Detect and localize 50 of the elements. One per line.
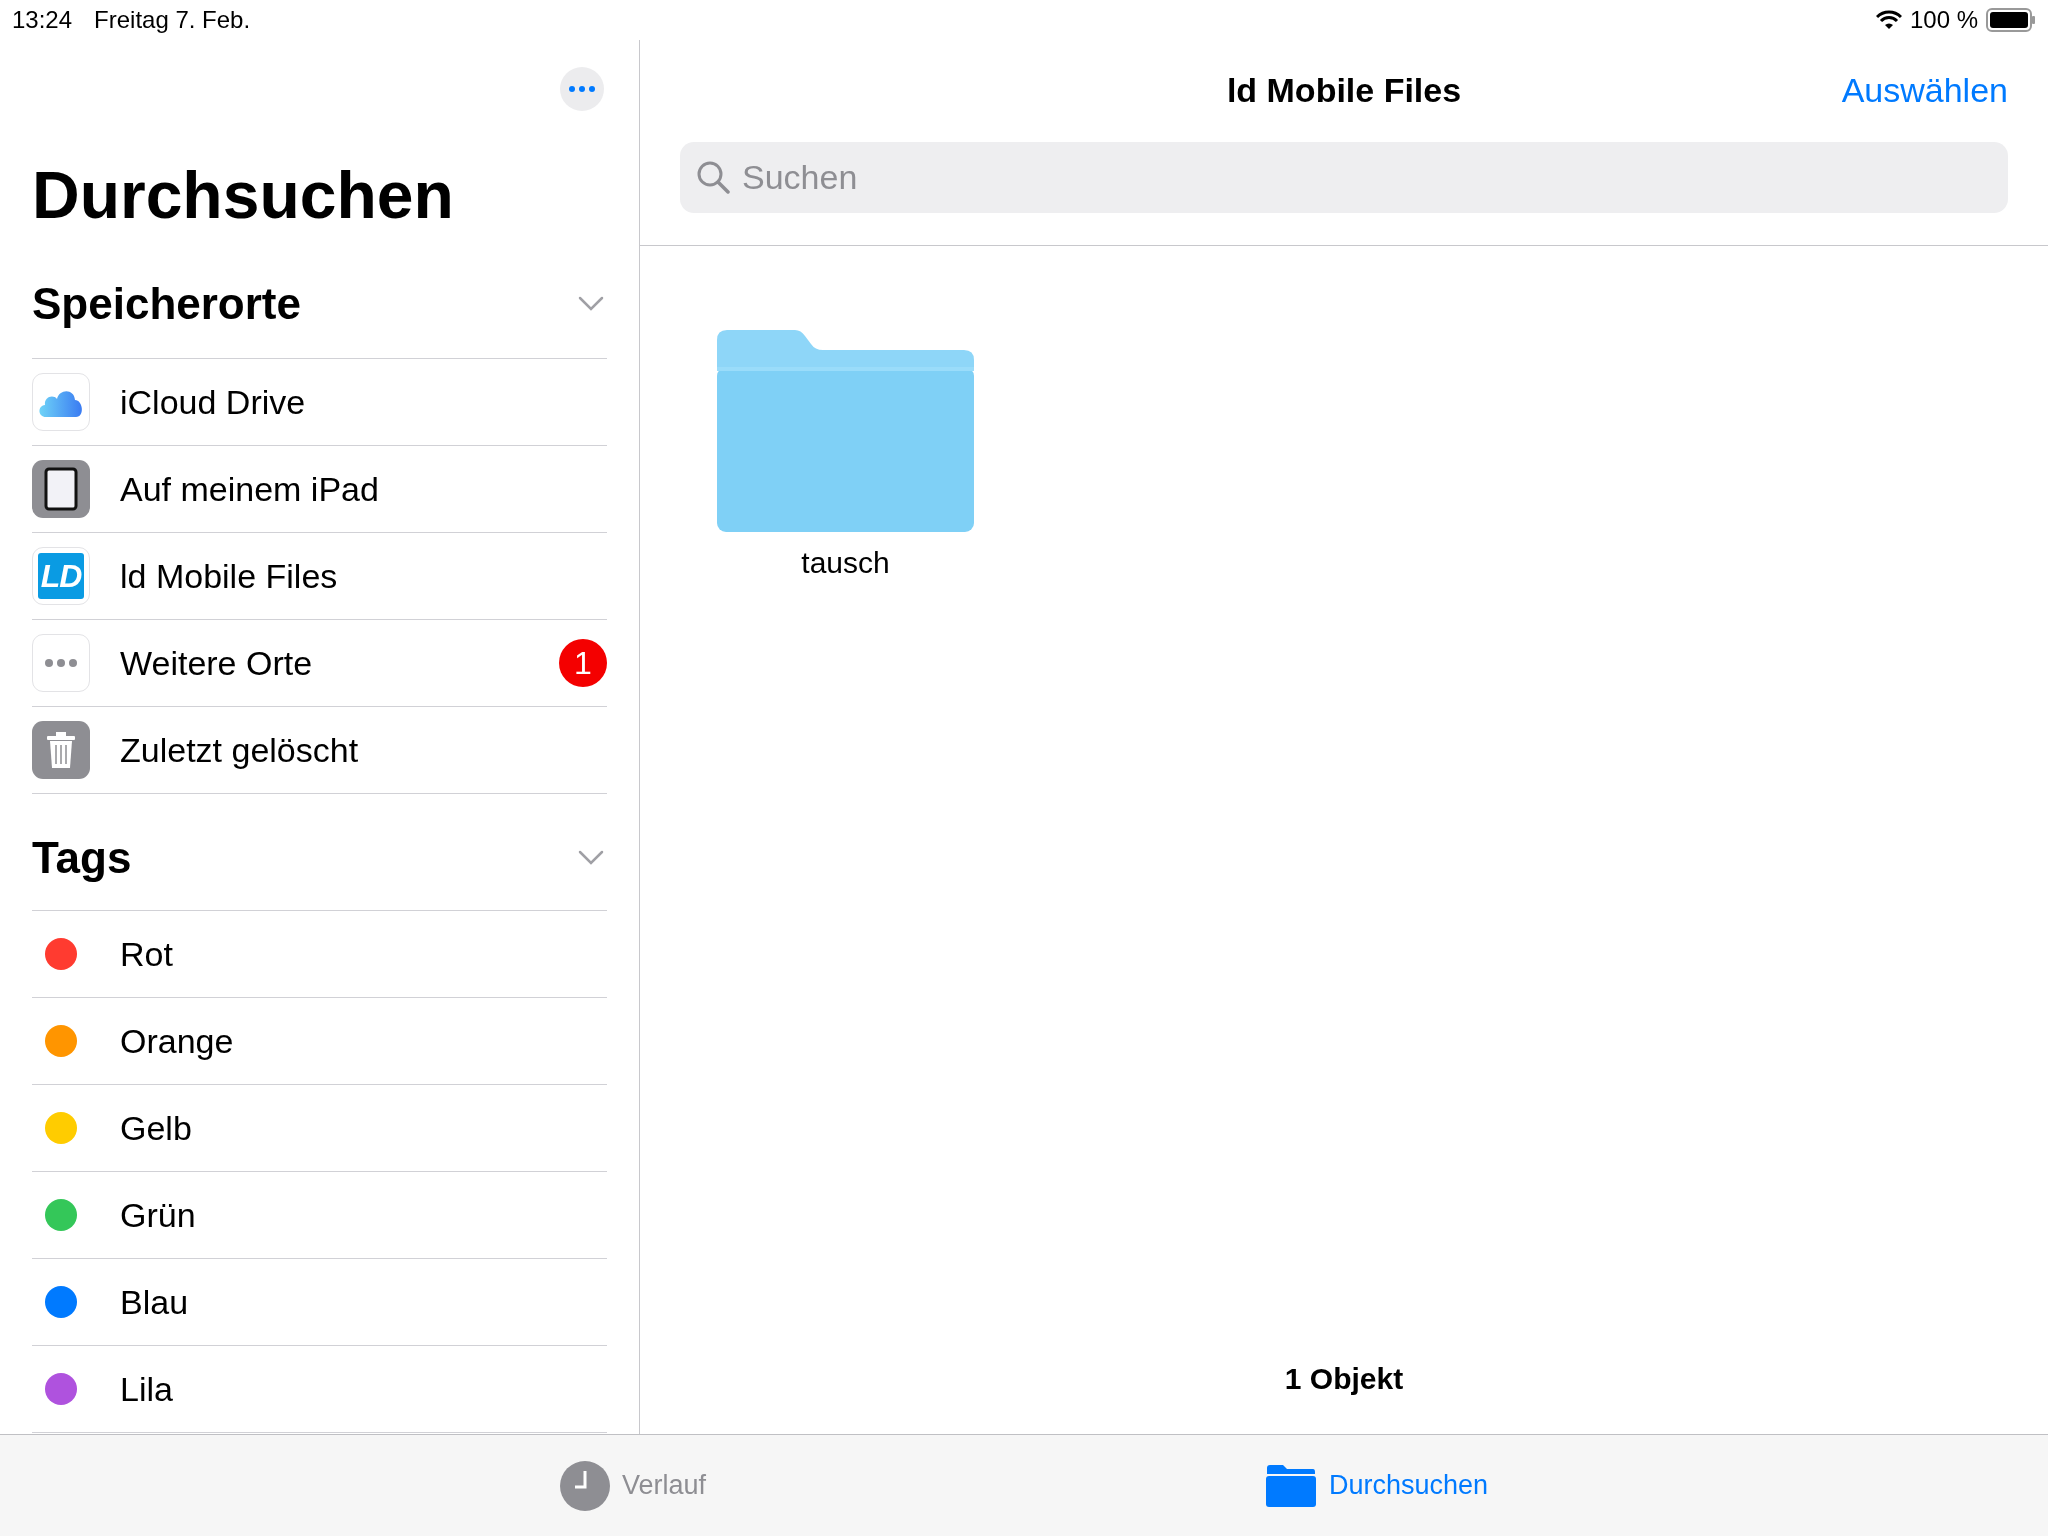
row-label: Lila (120, 1369, 174, 1409)
location-row[interactable]: Weitere Orte 1 (32, 620, 607, 707)
row-label: Zuletzt gelöscht (120, 730, 360, 770)
select-button[interactable]: Auswählen (1841, 70, 2008, 110)
notification-badge: 1 (559, 639, 607, 687)
tag-row[interactable]: Orange (32, 998, 607, 1085)
search-field[interactable]: Suchen (680, 142, 2008, 213)
battery-icon (1986, 8, 2036, 32)
clock-icon (560, 1460, 610, 1511)
tablet-icon (32, 460, 90, 518)
chevron-icon[interactable] (578, 296, 604, 312)
chevron-icon[interactable] (578, 850, 604, 866)
row-label: Rot (120, 934, 174, 974)
folder-icon[interactable] (717, 330, 974, 532)
location-row[interactable]: iCloud Drive (32, 359, 607, 446)
row-label: Grün (120, 1195, 197, 1235)
more-button[interactable] (560, 67, 604, 111)
ellipsis-icon (569, 86, 595, 92)
location-row[interactable]: Auf meinem iPad (32, 446, 607, 533)
location-row[interactable]: Zuletzt gelöscht (32, 707, 607, 794)
status-date: Freitag 7. Feb. (94, 6, 251, 34)
tag-row[interactable]: Gelb (32, 1085, 607, 1172)
battery-percent: 100 % (1909, 6, 1978, 34)
row-label: Orange (120, 1021, 235, 1061)
trash-icon (32, 721, 90, 779)
row-label: iCloud Drive (120, 382, 307, 422)
row-label: Weitere Orte (120, 643, 314, 683)
section-header: Speicherorte (32, 279, 301, 329)
search-icon (696, 160, 730, 194)
row-label: ld Mobile Files (120, 556, 339, 596)
app-logo-icon: LD (32, 547, 90, 605)
sidebar-title: Durchsuchen (32, 157, 455, 234)
nav-title: ld Mobile Files (1226, 70, 1462, 110)
row-label: Blau (120, 1282, 190, 1322)
item-count: 1 Objekt (1284, 1362, 1404, 1396)
tab-bar-item[interactable]: Durchsuchen (1265, 1463, 1489, 1508)
tag-row[interactable]: Grün (32, 1172, 607, 1259)
tag-row[interactable]: Blau (32, 1259, 607, 1346)
tag-row[interactable]: Lila (32, 1346, 607, 1433)
row-label: Auf meinem iPad (120, 469, 380, 509)
more-icon (32, 634, 90, 692)
tag-row[interactable]: Rot (32, 911, 607, 998)
wifi-icon (1875, 10, 1902, 30)
folder-icon (1265, 1463, 1317, 1508)
folder-name: tausch (801, 546, 890, 580)
row-label: Gelb (120, 1108, 193, 1148)
section-header: Tags (32, 833, 132, 883)
cloud-icon (32, 373, 90, 431)
status-time: 13:24 (12, 6, 73, 34)
location-row[interactable]: LD ld Mobile Files (32, 533, 607, 620)
